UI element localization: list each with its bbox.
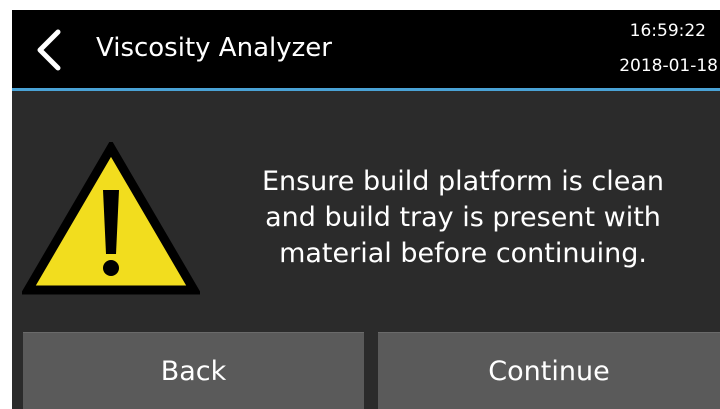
message-line: and build tray is present with	[265, 202, 661, 233]
back-button[interactable]: Back	[23, 332, 364, 409]
chevron-left-icon[interactable]	[30, 28, 70, 72]
continue-button[interactable]: Continue	[378, 332, 720, 409]
message-line: material before continuing.	[279, 238, 647, 269]
page-title: Viscosity Analyzer	[96, 33, 332, 63]
header-bar: Viscosity Analyzer 16:59:22 2018-01-18	[12, 10, 720, 88]
warning-message: Ensure build platform is clean and build…	[218, 164, 708, 272]
message-line: Ensure build platform is clean	[261, 166, 665, 197]
warning-icon	[22, 142, 200, 295]
screen: Viscosity Analyzer 16:59:22 2018-01-18 E…	[12, 10, 720, 409]
header-divider	[12, 88, 720, 91]
clock-time: 16:59:22	[629, 21, 706, 41]
clock-date: 2018-01-18	[619, 56, 718, 76]
